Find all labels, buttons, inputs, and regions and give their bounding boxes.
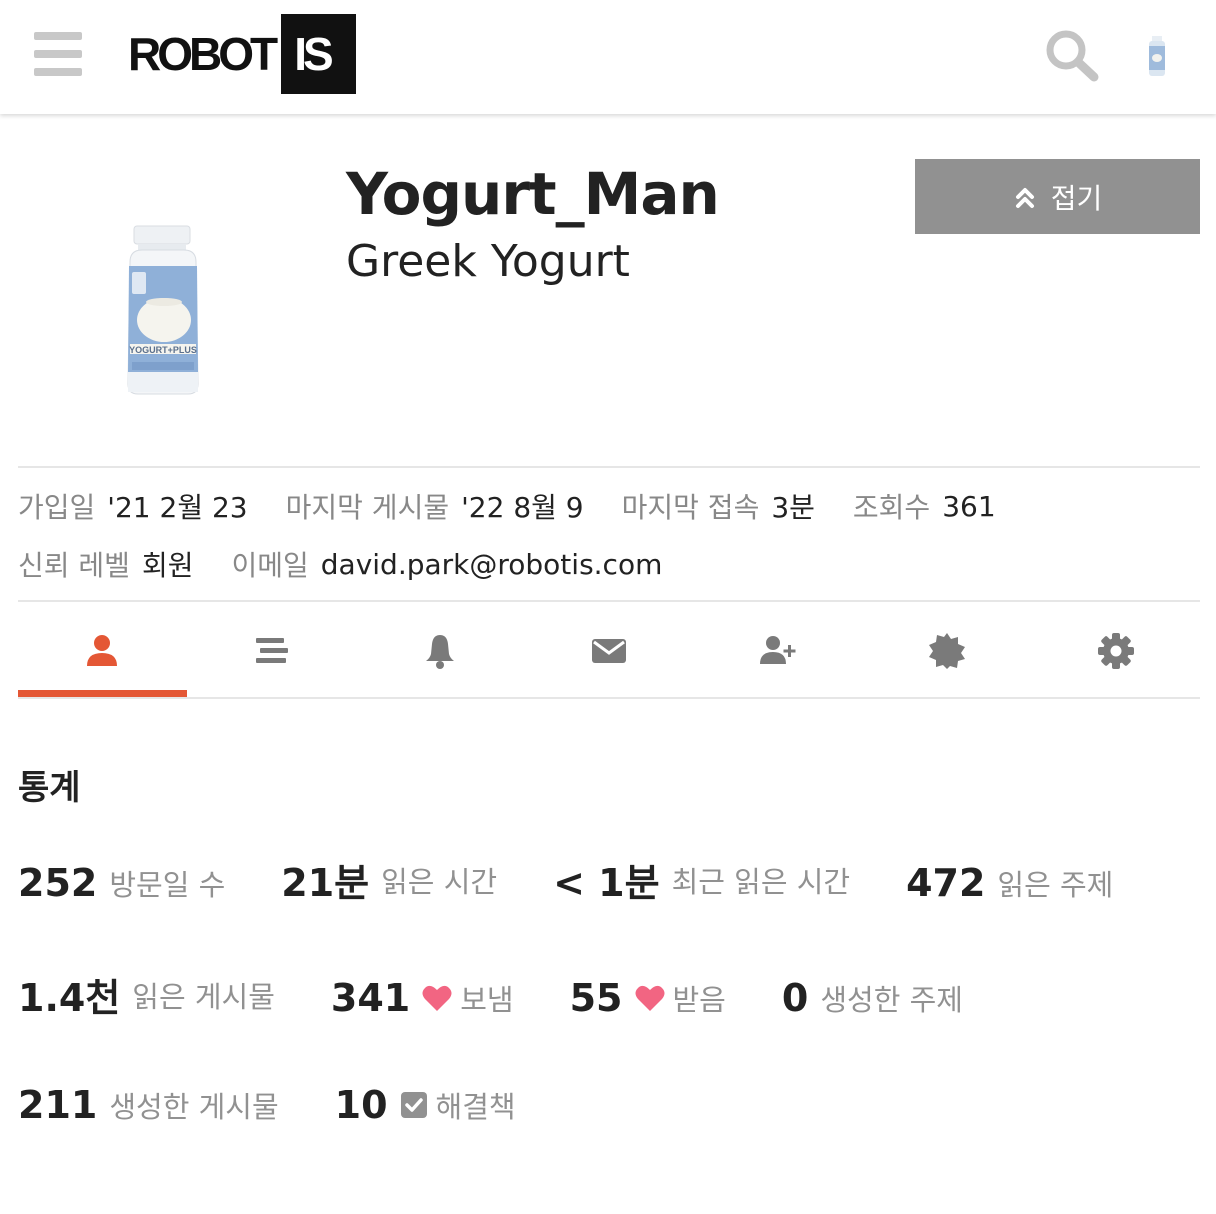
email-value[interactable]: david.park@robotis.com xyxy=(321,548,663,581)
views-label: 조회수 xyxy=(852,491,931,524)
stream-list-icon xyxy=(256,638,289,663)
email-info: 이메일 david.park@robotis.com xyxy=(231,544,662,584)
trust-level-label: 신뢰 레벨 xyxy=(18,549,130,582)
stat-posts-read: 1.4천 읽은 게시물 xyxy=(18,967,275,1022)
envelope-icon xyxy=(592,639,626,663)
stat-recent-read-time: < 1분 최근 읽은 시간 xyxy=(553,852,850,907)
svg-text:YOGURT+PLUS: YOGURT+PLUS xyxy=(129,345,197,355)
collapse-label: 접기 xyxy=(1050,181,1103,215)
divider xyxy=(18,600,1200,602)
search-icon[interactable] xyxy=(1044,28,1100,82)
stats-row-3: 211 생성한 게시물 10 해결책 xyxy=(18,1083,516,1133)
profile-username: Yogurt_Man xyxy=(346,160,720,228)
stat-label: 받음 xyxy=(672,983,726,1017)
stat-likes-given[interactable]: 341 보냄 xyxy=(331,976,514,1020)
user-plus-icon xyxy=(759,636,796,664)
header-user-avatar[interactable] xyxy=(1146,36,1168,78)
tab-activity[interactable] xyxy=(187,610,356,698)
stat-value: 0 xyxy=(781,976,809,1020)
joined-value[interactable]: '21 2월 23 xyxy=(107,486,247,526)
stat-label: 읽은 시간 xyxy=(381,864,498,899)
stat-likes-received[interactable]: 55 받음 xyxy=(570,976,726,1020)
stat-value: 252 xyxy=(18,861,98,905)
double-chevron-up-icon xyxy=(1015,187,1034,208)
stat-label: 최근 읽은 시간 xyxy=(671,864,851,899)
stat-value: 341 xyxy=(330,976,411,1020)
stat-value: 10 xyxy=(334,1083,388,1127)
last-post-value[interactable]: '22 8월 9 xyxy=(461,486,584,526)
profile-full-name: Greek Yogurt xyxy=(346,236,630,287)
last-post-info: 마지막 게시물 '22 8월 9 xyxy=(286,486,584,526)
profile-tabs xyxy=(18,610,1200,698)
stat-label: 생성한 게시물 xyxy=(109,1090,279,1124)
profile-avatar: YOGURT+PLUS xyxy=(120,222,206,398)
tab-invites[interactable] xyxy=(693,610,862,698)
badge-certificate-icon xyxy=(928,633,965,669)
profile-meta-row-2: 신뢰 레벨 회원 이메일 david.park@robotis.com xyxy=(18,544,700,584)
stat-label: 읽은 게시물 xyxy=(132,979,275,1014)
bell-icon xyxy=(426,635,455,669)
tab-summary[interactable] xyxy=(18,610,187,698)
logo-box-text: IS xyxy=(294,28,333,80)
logo-text: ROBOT xyxy=(128,28,278,80)
stats-title: 통계 xyxy=(18,768,81,808)
trust-level-info: 신뢰 레벨 회원 xyxy=(18,544,193,584)
email-label: 이메일 xyxy=(231,549,309,582)
tab-notifications[interactable] xyxy=(356,610,525,698)
stat-read-time: 21분 읽은 시간 xyxy=(281,852,497,907)
stats-row-1: 252 방문일 수 21분 읽은 시간 < 1분 최근 읽은 시간 472 읽은… xyxy=(18,852,1113,905)
views-info: 조회수 361 xyxy=(853,486,996,526)
stat-value: 211 xyxy=(18,1083,98,1127)
stat-label: 생성한 주제 xyxy=(820,983,963,1017)
joined-label: 가입일 xyxy=(18,491,96,524)
stat-label: 읽은 주제 xyxy=(997,868,1114,902)
tab-preferences[interactable] xyxy=(1031,610,1200,698)
robotis-logo[interactable]: ROBOT IS xyxy=(128,14,356,94)
last-seen-label: 마지막 접속 xyxy=(621,491,760,524)
tab-messages[interactable] xyxy=(525,610,694,698)
user-icon xyxy=(87,635,118,666)
trust-level-value: 회원 xyxy=(141,549,194,582)
site-header: ROBOT IS xyxy=(0,0,1216,114)
stat-label: 방문일 수 xyxy=(109,868,226,902)
profile-meta-row-1: 가입일 '21 2월 23 마지막 게시물 '22 8월 9 마지막 접속 3분… xyxy=(18,486,1034,526)
joined-info: 가입일 '21 2월 23 xyxy=(18,486,248,526)
divider xyxy=(18,697,1200,699)
check-square-icon xyxy=(400,1092,427,1118)
stat-days-visited: 252 방문일 수 xyxy=(18,861,225,905)
stat-value: 472 xyxy=(906,861,986,905)
stat-value: 55 xyxy=(569,976,623,1020)
tab-badges[interactable] xyxy=(862,610,1031,698)
last-seen-value: 3분 xyxy=(771,491,815,524)
hamburger-menu-icon[interactable] xyxy=(34,32,82,76)
stat-value: < 1분 xyxy=(553,861,660,905)
last-post-label: 마지막 게시물 xyxy=(285,491,450,524)
stat-solutions[interactable]: 10 해결책 xyxy=(335,1083,516,1127)
stat-label: 해결책 xyxy=(435,1090,516,1124)
heart-icon xyxy=(422,985,452,1011)
heart-icon xyxy=(635,985,664,1011)
stat-topics-created[interactable]: 0 생성한 주제 xyxy=(782,976,963,1020)
gear-icon xyxy=(1097,633,1134,669)
logo-box: IS xyxy=(281,14,356,94)
stat-posts-created[interactable]: 211 생성한 게시물 xyxy=(18,1083,279,1127)
stat-value: 21분 xyxy=(281,861,370,905)
stat-label: 보냄 xyxy=(460,983,514,1017)
stat-value: 1.4천 xyxy=(18,976,121,1020)
stat-topics-read: 472 읽은 주제 xyxy=(906,861,1113,905)
views-value: 361 xyxy=(942,489,996,523)
stats-row-2: 1.4천 읽은 게시물 341 보냄 55 받음 0 생성한 주제 xyxy=(18,967,963,1020)
collapse-button[interactable]: 접기 xyxy=(915,159,1200,234)
last-seen-info: 마지막 접속 3분 xyxy=(622,486,815,526)
divider xyxy=(18,466,1200,468)
